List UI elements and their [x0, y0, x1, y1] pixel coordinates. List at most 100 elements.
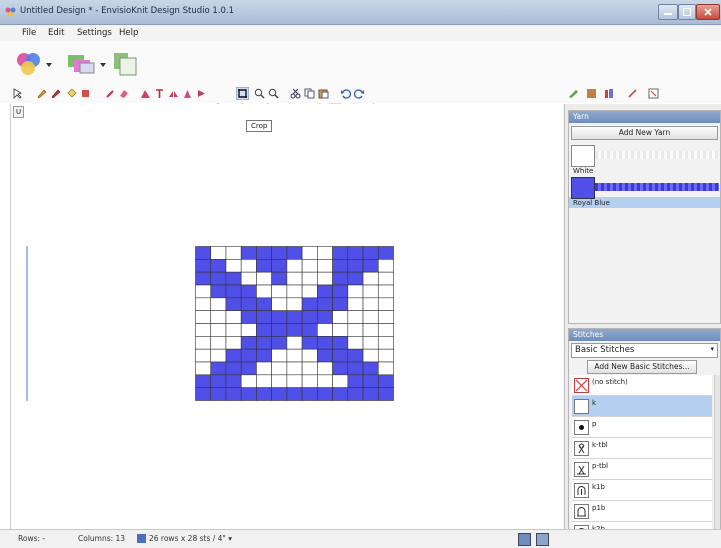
mirror-icon[interactable] [168, 88, 179, 99]
chart-cell[interactable] [317, 323, 333, 337]
fill-icon[interactable] [66, 88, 77, 99]
chart-cell[interactable] [210, 297, 227, 311]
chart-cell[interactable] [256, 336, 272, 350]
view-toggle-icon[interactable] [518, 533, 531, 546]
menu-file[interactable]: File [22, 28, 36, 38]
chart-cell[interactable] [286, 387, 303, 401]
chart-cell[interactable] [240, 284, 257, 299]
chart-cell[interactable] [271, 336, 288, 350]
chart-cell[interactable] [240, 387, 257, 401]
add-basic-stitches-button[interactable]: Add New Basic Stitches... [587, 360, 697, 374]
chart-cell[interactable] [362, 297, 379, 311]
chart-cell[interactable] [195, 348, 212, 363]
chart-cell[interactable] [271, 323, 288, 337]
chart-cell[interactable] [317, 348, 333, 363]
canvas-tab[interactable]: U [13, 106, 24, 118]
chart-cell[interactable] [362, 246, 379, 260]
chart-cell[interactable] [362, 361, 379, 376]
chart-cell[interactable] [362, 348, 379, 363]
chart-cell[interactable] [256, 323, 272, 337]
chart-cell[interactable] [332, 259, 349, 273]
chart-cell[interactable] [271, 297, 288, 311]
chart-cell[interactable] [317, 297, 333, 311]
chart-cell[interactable] [301, 259, 318, 273]
chart-cell[interactable] [225, 310, 242, 324]
chart-cell[interactable] [210, 284, 227, 299]
swatch-icon[interactable] [586, 88, 597, 99]
stitch-tool-icon[interactable] [627, 88, 638, 99]
chart-cell[interactable] [347, 271, 364, 286]
chart-cell[interactable] [271, 284, 288, 299]
redo-icon[interactable] [354, 88, 365, 99]
chart-cell[interactable] [347, 310, 364, 324]
menu-settings[interactable]: Settings [77, 28, 112, 38]
preview-icon[interactable] [648, 88, 659, 99]
stitch-item-selected[interactable]: k [572, 396, 712, 417]
chart-cell[interactable] [225, 297, 242, 311]
chart-cell[interactable] [240, 374, 257, 388]
chart-cell[interactable] [347, 323, 364, 337]
chart-cell[interactable] [301, 387, 318, 401]
text-tool-icon[interactable] [154, 88, 165, 99]
chart-cell[interactable] [195, 310, 212, 324]
chart-cell[interactable] [332, 310, 349, 324]
chart-cell[interactable] [286, 374, 303, 388]
color-picker-icon[interactable] [104, 88, 115, 99]
chart-cell[interactable] [286, 246, 303, 260]
chart-cell[interactable] [195, 361, 212, 376]
chart-cell[interactable] [256, 374, 272, 388]
chart-cell[interactable] [347, 361, 364, 376]
library-icon[interactable] [604, 88, 615, 99]
chart-cell[interactable] [195, 336, 212, 350]
yarn-swatch-blue[interactable] [571, 177, 595, 199]
chart-cell[interactable] [362, 259, 379, 273]
stitch-item[interactable]: p1b [572, 501, 712, 522]
chart-cell[interactable] [225, 387, 242, 401]
chart-cell[interactable] [256, 297, 272, 311]
chart-cell[interactable] [271, 310, 288, 324]
chart-cell[interactable] [362, 271, 379, 286]
chart-cell[interactable] [256, 259, 272, 273]
chart-cell[interactable] [195, 259, 212, 273]
chart-cell[interactable] [225, 336, 242, 350]
chart-cell[interactable] [332, 297, 349, 311]
chart-cell[interactable] [301, 348, 318, 363]
chart-cell[interactable] [301, 310, 318, 324]
zoom-out-icon[interactable] [268, 88, 279, 99]
chart-cell[interactable] [347, 348, 364, 363]
yarn-swatch-white[interactable] [571, 145, 595, 167]
chart-cell[interactable] [317, 284, 333, 299]
chart-cell[interactable] [362, 284, 379, 299]
chart-cell[interactable] [210, 323, 227, 337]
yarn-tool-icon[interactable] [568, 88, 579, 99]
menu-edit[interactable]: Edit [48, 28, 64, 38]
crop-icon[interactable] [236, 87, 249, 100]
chart-cell[interactable] [271, 271, 288, 286]
chart-cell[interactable] [195, 246, 212, 260]
chart-cell[interactable] [301, 246, 318, 260]
chart-cell[interactable] [347, 246, 364, 260]
chart-cell[interactable] [362, 323, 379, 337]
chart-cell[interactable] [317, 259, 333, 273]
chart-cell[interactable] [332, 336, 349, 350]
chart-cell[interactable] [195, 374, 212, 388]
undo-icon[interactable] [340, 88, 351, 99]
chart-cell[interactable] [225, 259, 242, 273]
chart-cell[interactable] [240, 348, 257, 363]
rotate-icon[interactable] [196, 88, 207, 99]
chart-view-icon[interactable] [112, 51, 140, 77]
chart-cell[interactable] [225, 348, 242, 363]
chart-cell[interactable] [332, 348, 349, 363]
add-yarn-button[interactable]: Add New Yarn [571, 126, 718, 140]
stitch-category-select[interactable]: Basic Stitches ▾ [571, 343, 718, 358]
chart-cell[interactable] [271, 348, 288, 363]
minimize-button[interactable] [658, 4, 678, 20]
chart-cell[interactable] [347, 336, 364, 350]
chart-cell[interactable] [271, 361, 288, 376]
yarn-colors-icon[interactable] [14, 51, 58, 77]
chart-cell[interactable] [240, 361, 257, 376]
chart-cell[interactable] [256, 348, 272, 363]
chart-cell[interactable] [195, 387, 212, 401]
chart-cell[interactable] [317, 387, 333, 401]
stitch-item[interactable]: p-tbl [572, 459, 712, 480]
